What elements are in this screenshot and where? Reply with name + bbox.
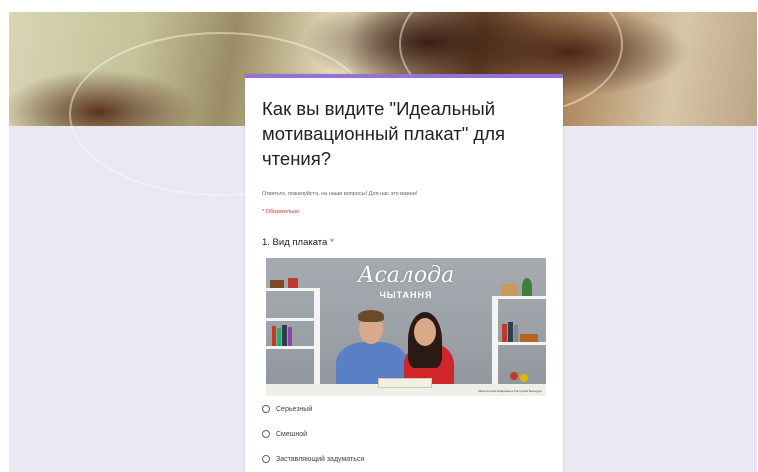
poster-caption: Міністэрства інфармацыі Рэспублікі Белар… — [478, 389, 542, 393]
book — [288, 327, 292, 346]
book — [508, 322, 513, 342]
book — [502, 324, 507, 342]
radio-button[interactable] — [262, 429, 270, 438]
fruit — [520, 374, 528, 382]
option-label: Заставляющий задуматься — [276, 456, 365, 463]
radio-button[interactable] — [262, 404, 270, 413]
book — [282, 325, 287, 346]
form-description: Ответьте, пожалуйста, на наши вопросы! Д… — [262, 191, 418, 197]
shelf — [266, 346, 314, 349]
shelf — [266, 288, 314, 291]
radio-button[interactable] — [262, 454, 270, 463]
question-image: Асалода ЧЫТАННЯ Міністэрства інфармацыі … — [266, 258, 546, 396]
shelf — [492, 342, 546, 345]
question-title: 1. Вид плаката * — [262, 237, 334, 248]
plant — [522, 278, 532, 296]
option-thought-provoking[interactable]: Заставляющий задуматься — [262, 454, 364, 466]
option-label: Смешной — [276, 431, 308, 438]
book — [288, 278, 298, 288]
box — [502, 284, 518, 296]
form-accent-bar — [245, 74, 563, 78]
shelf — [314, 288, 320, 388]
boy-hair — [358, 310, 384, 322]
book — [520, 334, 538, 342]
open-book — [378, 378, 432, 388]
option-serious[interactable]: Серьезный — [262, 404, 312, 416]
girl-head — [414, 318, 436, 346]
apple — [510, 372, 518, 380]
book — [277, 328, 281, 346]
required-asterisk: * — [329, 237, 334, 248]
option-label: Серьезный — [276, 406, 313, 413]
book — [272, 326, 276, 346]
shelf — [492, 296, 546, 299]
form-title: Как вы видите "Идеальный мотивационный п… — [262, 98, 506, 169]
question-label: 1. Вид плаката — [262, 237, 328, 248]
shelf — [492, 296, 498, 388]
form-card: Как вы видите "Идеальный мотивационный п… — [245, 74, 563, 472]
shelf — [266, 318, 314, 321]
book — [270, 280, 284, 288]
book — [514, 325, 518, 342]
required-note: * Обязательно — [262, 209, 299, 215]
poster-subhead: ЧЫТАННЯ — [379, 290, 433, 300]
poster-headline: Асалода — [357, 263, 455, 288]
option-funny[interactable]: Смешной — [262, 429, 307, 441]
form-page: Как вы видите "Идеальный мотивационный п… — [9, 12, 757, 472]
